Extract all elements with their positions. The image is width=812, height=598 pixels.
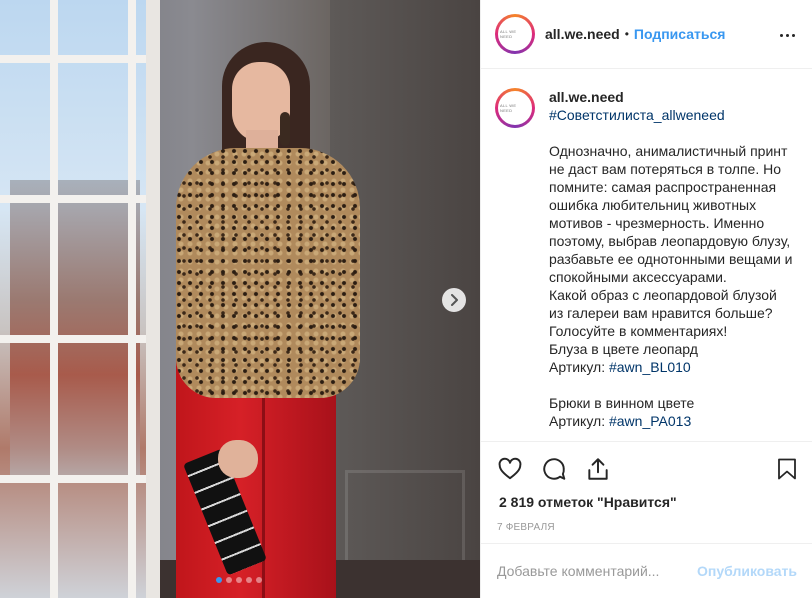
carousel-dot (216, 577, 222, 583)
carousel-next-button[interactable] (442, 288, 466, 312)
caption-line: поэтому, выбрав леопардовую блузу, (549, 233, 791, 249)
header-username[interactable]: all.we.need (545, 26, 620, 42)
post-date: 7 ФЕВРАЛЯ (497, 522, 555, 533)
caption-line: помните: самая распространенная (549, 179, 777, 195)
caption-username[interactable]: all.we.need (549, 88, 799, 106)
carousel-dot (256, 577, 262, 583)
caption-line: спокойными аксессуарами. (549, 269, 727, 285)
caption-text: all.we.need #Советстилиста_allweneed Одн… (549, 88, 799, 442)
caption-hashtag[interactable]: #Советстилиста_allweneed (549, 106, 799, 124)
caption-line: Блуза в цвете леопард (549, 341, 698, 357)
avatar-logo: ALL WE NEED (498, 91, 532, 125)
post-side-panel: ALL WE NEED all.we.need • Подписаться AL… (480, 0, 812, 598)
carousel-dot (236, 577, 242, 583)
article-label: Артикул: (549, 413, 609, 429)
action-icons (481, 442, 812, 492)
heart-icon[interactable] (497, 456, 523, 482)
caption-line: Голосуйте в комментариях! (549, 323, 728, 339)
caption-line: Однозначно, анималистичный принт (549, 143, 788, 159)
model-hand (218, 440, 258, 478)
caption-line: не даст вам потеряться в толпе. Но (549, 161, 782, 177)
chevron-right-icon (451, 294, 458, 306)
post-header: ALL WE NEED all.we.need • Подписаться (481, 0, 812, 69)
caption-area[interactable]: ALL WE NEED all.we.need #Советстилиста_a… (481, 70, 812, 442)
article-hashtag[interactable]: #awn_PA013 (609, 413, 691, 429)
avatar-logo: ALL WE NEED (498, 17, 532, 51)
carousel-dot (226, 577, 232, 583)
caption-line: Брюки в винном цвете (549, 395, 695, 411)
actions-section: 2 819 отметок "Нравится" 7 ФЕВРАЛЯ (481, 441, 812, 541)
caption-line: разбавьте ее однотонными вещами и (549, 251, 793, 267)
model-earring (280, 112, 290, 146)
caption-avatar[interactable]: ALL WE NEED (495, 88, 535, 128)
comment-icon[interactable] (541, 456, 567, 482)
caption-article-line: Артикул: #awn_PA013 (549, 412, 799, 430)
caption-article-line: Артикул: #awn_BL010 (549, 358, 799, 376)
window-background (0, 0, 160, 598)
leopard-blouse (176, 148, 360, 398)
follow-button[interactable]: Подписаться (634, 26, 726, 42)
more-options-icon[interactable] (778, 26, 796, 44)
caption-line: ошибка любительниц животных (549, 197, 757, 213)
article-label: Артикул: (549, 359, 609, 375)
avatar[interactable]: ALL WE NEED (495, 14, 535, 54)
window-frame (0, 0, 146, 598)
comment-input[interactable] (497, 563, 698, 579)
caption-line: Какой образ с леопардовой блузой (549, 287, 777, 303)
caption-line: из галереи вам нравится больше? (549, 305, 773, 321)
bookmark-icon[interactable] (775, 456, 801, 482)
article-hashtag[interactable]: #awn_BL010 (609, 359, 691, 375)
caption-line: мотивов - чрезмерность. Именно (549, 215, 765, 231)
share-icon[interactable] (585, 456, 611, 482)
header-separator: • (624, 27, 629, 41)
publish-button[interactable]: Опубликовать (697, 563, 797, 579)
comment-box: Опубликовать (481, 543, 812, 598)
likes-count[interactable]: 2 819 отметок "Нравится" (499, 494, 677, 510)
post-photo[interactable] (0, 0, 480, 598)
carousel-dot (246, 577, 252, 583)
carousel-dots (216, 577, 262, 583)
